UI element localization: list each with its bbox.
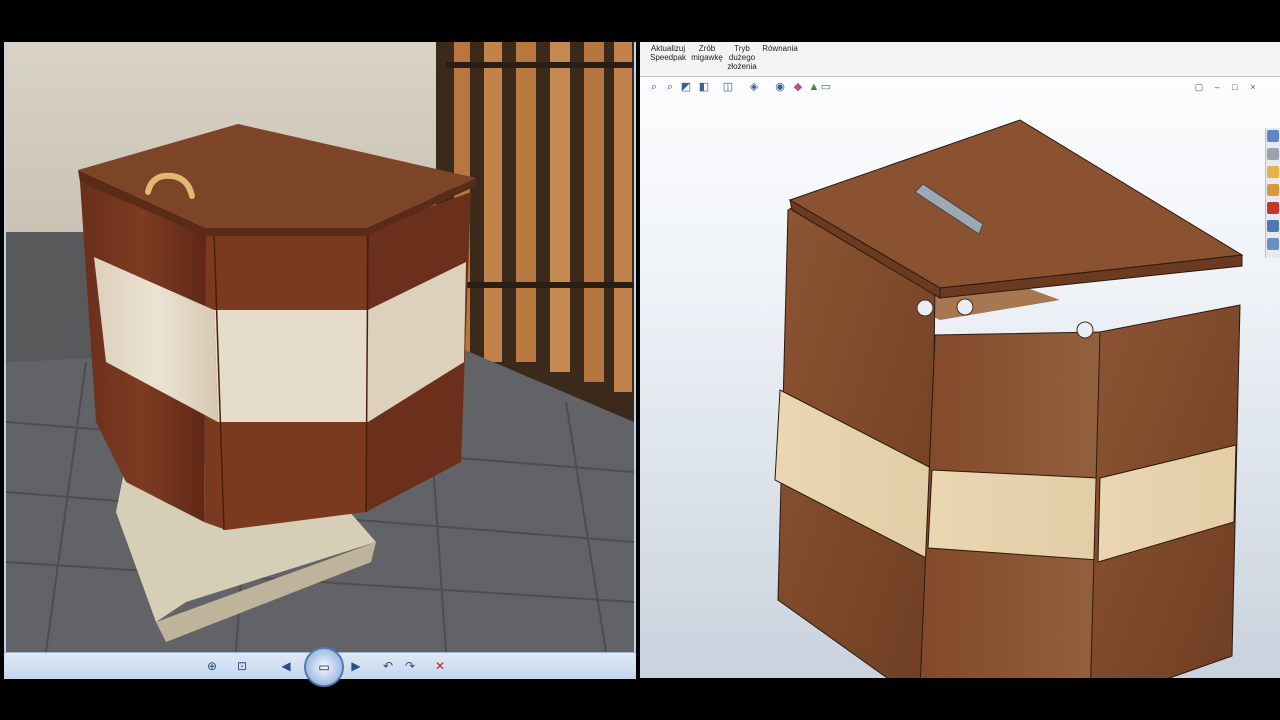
ribbon-label: Równania [762,44,798,53]
cad-model [774,119,1244,707]
delete-icon[interactable]: ✕ [430,657,450,675]
ribbon-equations[interactable]: Równania [760,44,800,53]
zoom-fit-icon[interactable]: ⌕ [648,81,660,93]
photo-illustration [6,42,634,652]
rotate-ccw-icon[interactable]: ↶ [378,657,398,675]
next-icon[interactable]: ▶ [346,657,366,675]
previous-view-icon[interactable]: ◩ [680,81,692,93]
slideshow-icon[interactable]: ▭ [304,647,344,687]
cad-box [774,119,1244,707]
cad-window: Aktualizuj Speedpak Zrób migawkę Tryb du… [640,42,1280,707]
fit-icon[interactable]: ⊡ [232,657,252,675]
close-icon[interactable]: × [1248,82,1258,92]
ribbon-label: dużego [728,53,756,62]
heads-up-toolbar: ⌕ ⌕ ◩ ◧ ◫ ◈ ◉ ◆ ▲ ▭ ▢ – □ × [640,78,1280,100]
viewer-toolbar: ⊕ ⊡ ◀ ▭ ▶ ↶ ↷ ✕ [4,647,636,687]
video-frame: ⊕ ⊡ ◀ ▭ ▶ ↶ ↷ ✕ Aktualizuj Speedpak Zrób… [0,0,1280,720]
edit-appearance-icon[interactable]: ◆ [792,81,804,93]
graphics-area[interactable] [640,100,1280,707]
view-orientation-icon[interactable]: ◫ [722,81,734,93]
restore-icon[interactable]: ▢ [1194,82,1204,92]
display-style-icon[interactable]: ◈ [748,81,760,93]
ribbon-label: Speedpak [649,53,687,62]
physical-box [78,124,476,531]
ribbon-snapshot[interactable]: Zrób migawkę [690,44,724,62]
ribbon-label: migawkę [691,53,723,62]
ribbon-large-assembly[interactable]: Tryb dużego złożenia [726,44,758,71]
ribbon-label: Zrób [698,44,716,53]
maximize-icon[interactable]: □ [1230,82,1240,92]
previous-icon[interactable]: ◀ [276,657,296,675]
view-settings-icon[interactable]: ▭ [820,81,832,93]
section-view-icon[interactable]: ◧ [698,81,710,93]
ribbon-update-speedpak[interactable]: Aktualizuj Speedpak [648,44,688,62]
minimize-icon[interactable]: – [1212,82,1222,92]
hide-show-icon[interactable]: ◉ [774,81,786,93]
rotate-cw-icon[interactable]: ↷ [400,657,420,675]
ribbon-label: Aktualizuj [650,44,686,53]
ribbon-label: złożenia [727,62,757,71]
apply-scene-icon[interactable]: ▲ [808,81,820,93]
photo-image [6,42,634,652]
ribbon-label: Tryb [734,44,750,53]
ribbon: Aktualizuj Speedpak Zrób migawkę Tryb du… [640,42,1280,77]
zoom-icon[interactable]: ⊕ [202,657,222,675]
photo-viewer-window: ⊕ ⊡ ◀ ▭ ▶ ↶ ↷ ✕ [4,42,636,687]
zoom-area-icon[interactable]: ⌕ [664,81,676,93]
